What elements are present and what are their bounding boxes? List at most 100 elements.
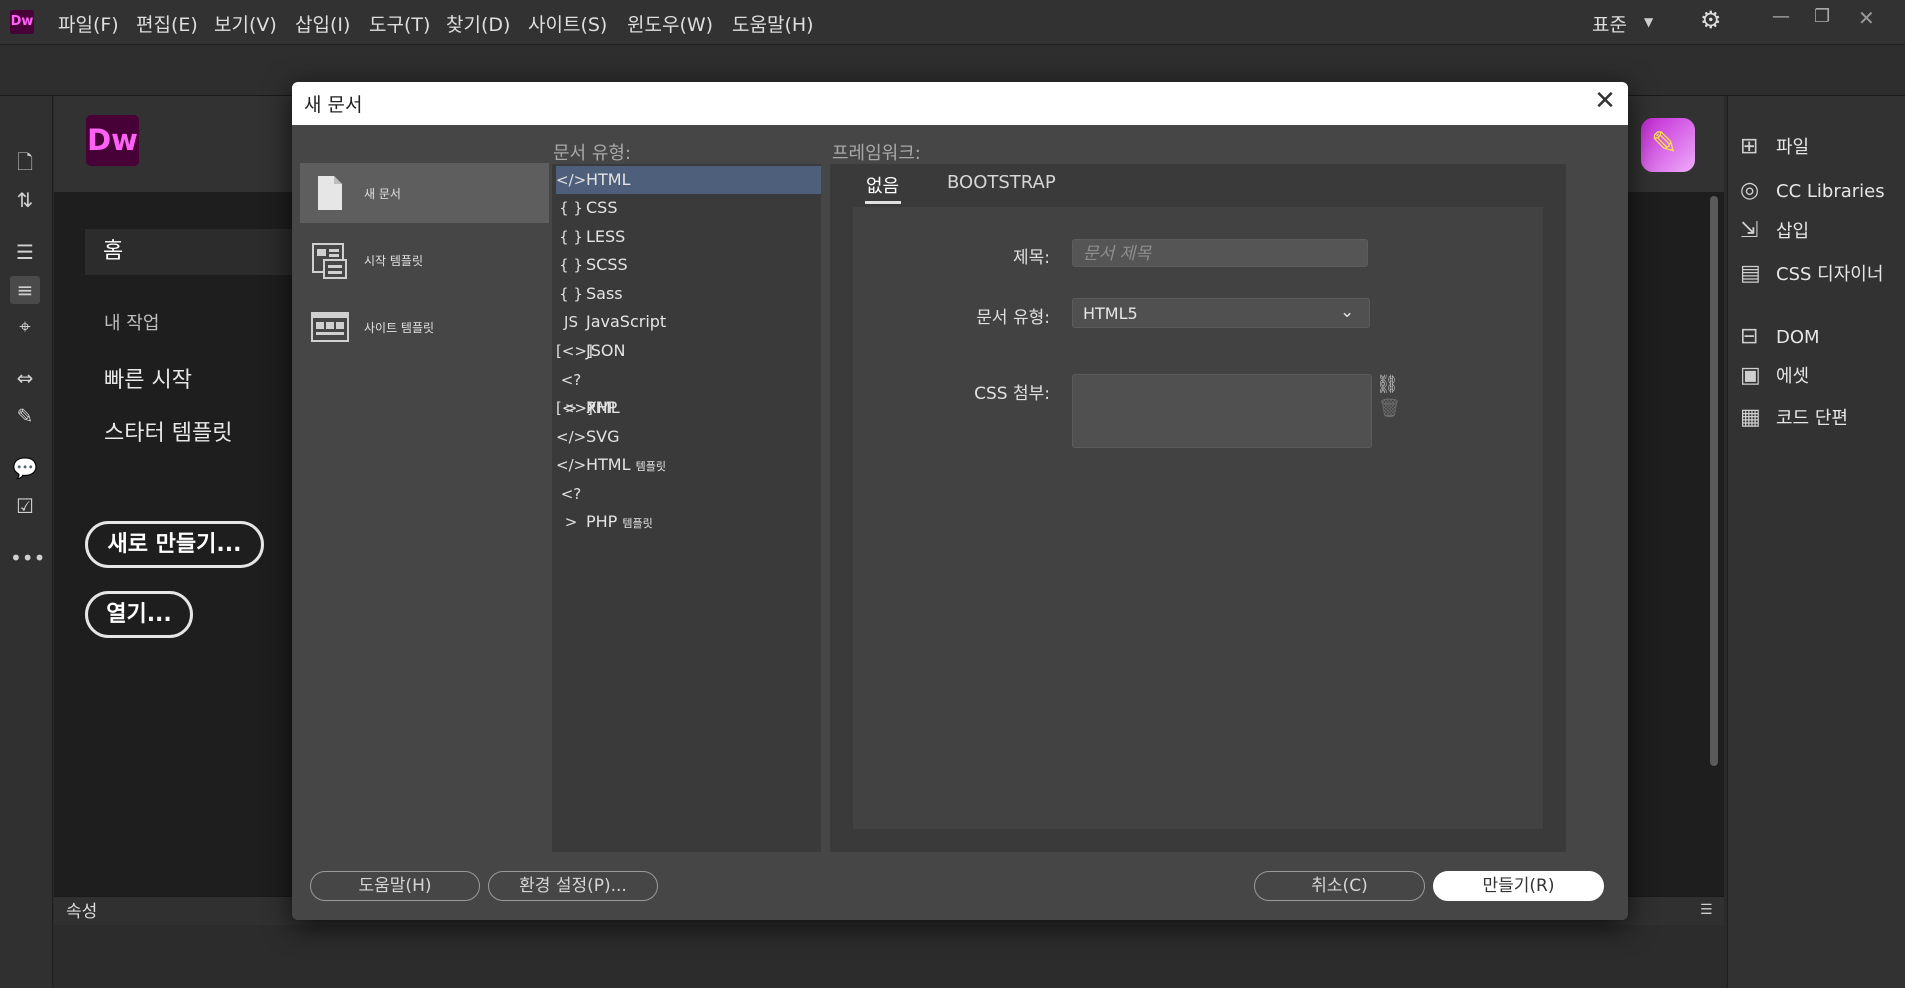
minimize-icon[interactable]: —: [1772, 6, 1790, 27]
chevron-down-icon[interactable]: ⌄: [1340, 302, 1354, 322]
doc-type-php-template[interactable]: <?> PHP 템플릿: [556, 480, 821, 531]
tools-column: [0, 96, 53, 988]
my-work-heading: 내 작업: [104, 313, 160, 334]
code-icon: </>: [556, 171, 587, 189]
panel-snippets[interactable]: ▦ 코드 단편: [1740, 404, 1848, 434]
restore-icon[interactable]: ❐: [1814, 6, 1830, 27]
doc-type-css[interactable]: { } CSS: [556, 194, 821, 222]
panel-assets[interactable]: ▣ 에셋: [1740, 362, 1809, 392]
sync-settings-icon[interactable]: ⚙: [1700, 6, 1722, 34]
menu-insert[interactable]: 삽입(I): [295, 10, 350, 37]
panel-files[interactable]: ⊞ 파일: [1740, 133, 1809, 163]
blank-document-icon: [318, 176, 342, 210]
active-tab-indicator: [865, 201, 901, 204]
menu-view[interactable]: 보기(V): [214, 10, 277, 37]
brush-icon[interactable]: ✎: [10, 402, 40, 430]
css-attach-label: CSS 첨부:: [974, 384, 1050, 404]
create-button[interactable]: 만들기(R): [1433, 871, 1604, 901]
doc-type-sass[interactable]: { } Sass: [556, 280, 821, 308]
dreamweaver-logo: Dw: [86, 115, 139, 166]
category-site-templates[interactable]: 사이트 템플릿: [300, 297, 549, 357]
braces-icon: { }: [559, 228, 583, 246]
panel-menu-icon[interactable]: ☰: [1700, 902, 1713, 918]
preferences-button[interactable]: 환경 설정(P)...: [488, 871, 658, 901]
doc-type-svg[interactable]: </>SVG: [556, 423, 821, 451]
code-icon: </>: [556, 428, 587, 446]
category-starter-templates[interactable]: 시작 템플릿: [300, 230, 549, 290]
panel-dom[interactable]: ⊟ DOM: [1740, 324, 1820, 354]
menu-find[interactable]: 찾기(D): [446, 10, 510, 37]
doc-type-php[interactable]: <?> PHP: [556, 366, 821, 417]
cancel-button[interactable]: 취소(C): [1254, 871, 1425, 901]
menu-tools[interactable]: 도구(T): [369, 10, 430, 37]
validate-icon[interactable]: ☑: [10, 492, 40, 520]
doc-type-html-template[interactable]: </>HTML 템플릿: [556, 451, 821, 479]
starter-template-icon: [312, 243, 347, 279]
doc-type-less[interactable]: { } LESS: [556, 223, 821, 251]
doctype-label: 문서 유형:: [976, 308, 1050, 328]
dom-tree-icon: ⊟: [1740, 324, 1759, 349]
panel-css-designer[interactable]: ▤ CSS 디자이너: [1740, 260, 1883, 290]
close-icon[interactable]: ✕: [1590, 86, 1620, 116]
help-button[interactable]: 도움말(H): [310, 871, 480, 901]
javascript-icon: JS: [564, 313, 578, 331]
snippets-icon: ▦: [1740, 405, 1761, 430]
doc-type-xml[interactable]: [<>]XML: [556, 394, 821, 422]
category-new-document[interactable]: 새 문서: [300, 163, 549, 223]
php-icon: <?>: [560, 485, 582, 531]
transfer-icon[interactable]: ⇅: [10, 186, 40, 214]
dreamweaver-app-icon: Dw: [10, 10, 34, 34]
doc-type-heading: 문서 유형:: [553, 143, 632, 164]
chevron-down-icon[interactable]: ▼: [1644, 15, 1653, 29]
format-source-icon[interactable]: ≡: [10, 276, 40, 304]
doc-type-javascript[interactable]: JS JavaScript: [556, 308, 821, 336]
framework-heading: 프레임워크:: [832, 143, 921, 164]
sitemap-icon: ⊞: [1740, 134, 1759, 159]
quick-start-link[interactable]: 빠른 시작: [104, 362, 192, 394]
menu-site[interactable]: 사이트(S): [528, 10, 607, 37]
properties-panel: [54, 925, 1724, 988]
xml-icon: [<>]: [556, 399, 593, 417]
close-window-icon[interactable]: ✕: [1858, 6, 1875, 30]
json-icon: [<>]: [556, 342, 593, 360]
panel-cc-libraries[interactable]: ◎ CC Libraries: [1740, 178, 1885, 208]
tab-none[interactable]: 없음: [866, 172, 899, 198]
insert-icon: ⇲: [1740, 218, 1759, 243]
inspect-icon[interactable]: ☰: [10, 238, 40, 266]
title-input[interactable]: 문서 제목: [1072, 239, 1368, 267]
title-label: 제목:: [1012, 248, 1050, 268]
braces-icon: { }: [559, 285, 583, 303]
dialog-title: 새 문서: [304, 94, 363, 116]
new-file-icon[interactable]: 🗋: [10, 148, 40, 176]
new-button[interactable]: 새로 만들기...: [85, 521, 264, 568]
doc-type-json[interactable]: [<>]JSON: [556, 337, 821, 365]
css-designer-icon: ▤: [1740, 261, 1761, 286]
panel-insert[interactable]: ⇲ 삽입: [1740, 217, 1809, 247]
braces-icon: { }: [559, 199, 583, 217]
comment-icon[interactable]: 💬: [10, 454, 40, 482]
doc-type-scss[interactable]: { } SCSS: [556, 251, 821, 279]
menu-edit[interactable]: 편집(E): [136, 10, 198, 37]
starter-templates-link[interactable]: 스타터 템플릿: [104, 415, 232, 447]
link-icon[interactable]: ⛓: [1376, 374, 1399, 395]
open-button[interactable]: 열기...: [85, 591, 193, 638]
braces-icon: { }: [559, 256, 583, 274]
menu-window[interactable]: 윈도우(W): [627, 10, 713, 37]
trash-icon[interactable]: 🗑: [1378, 398, 1401, 419]
site-template-icon: [311, 312, 349, 342]
workspace-switcher[interactable]: 표준: [1592, 10, 1627, 37]
more-icon[interactable]: •••: [10, 544, 45, 572]
dialog-titlebar: [292, 82, 1628, 125]
properties-tab[interactable]: 속성: [66, 897, 97, 922]
css-attach-list[interactable]: [1072, 374, 1372, 448]
collapse-icon[interactable]: ⇔: [10, 364, 40, 392]
doctype-select[interactable]: HTML5: [1072, 298, 1370, 328]
home-tab[interactable]: 홈: [85, 229, 295, 275]
menu-help[interactable]: 도움말(H): [732, 10, 814, 37]
tab-bootstrap[interactable]: BOOTSTRAP: [947, 172, 1056, 193]
doc-type-html[interactable]: </>HTML: [556, 166, 821, 194]
target-icon[interactable]: ⌖: [10, 312, 40, 340]
code-icon: </>: [556, 456, 587, 474]
scrollbar[interactable]: [1710, 196, 1718, 766]
menu-file[interactable]: 파일(F): [58, 10, 119, 37]
